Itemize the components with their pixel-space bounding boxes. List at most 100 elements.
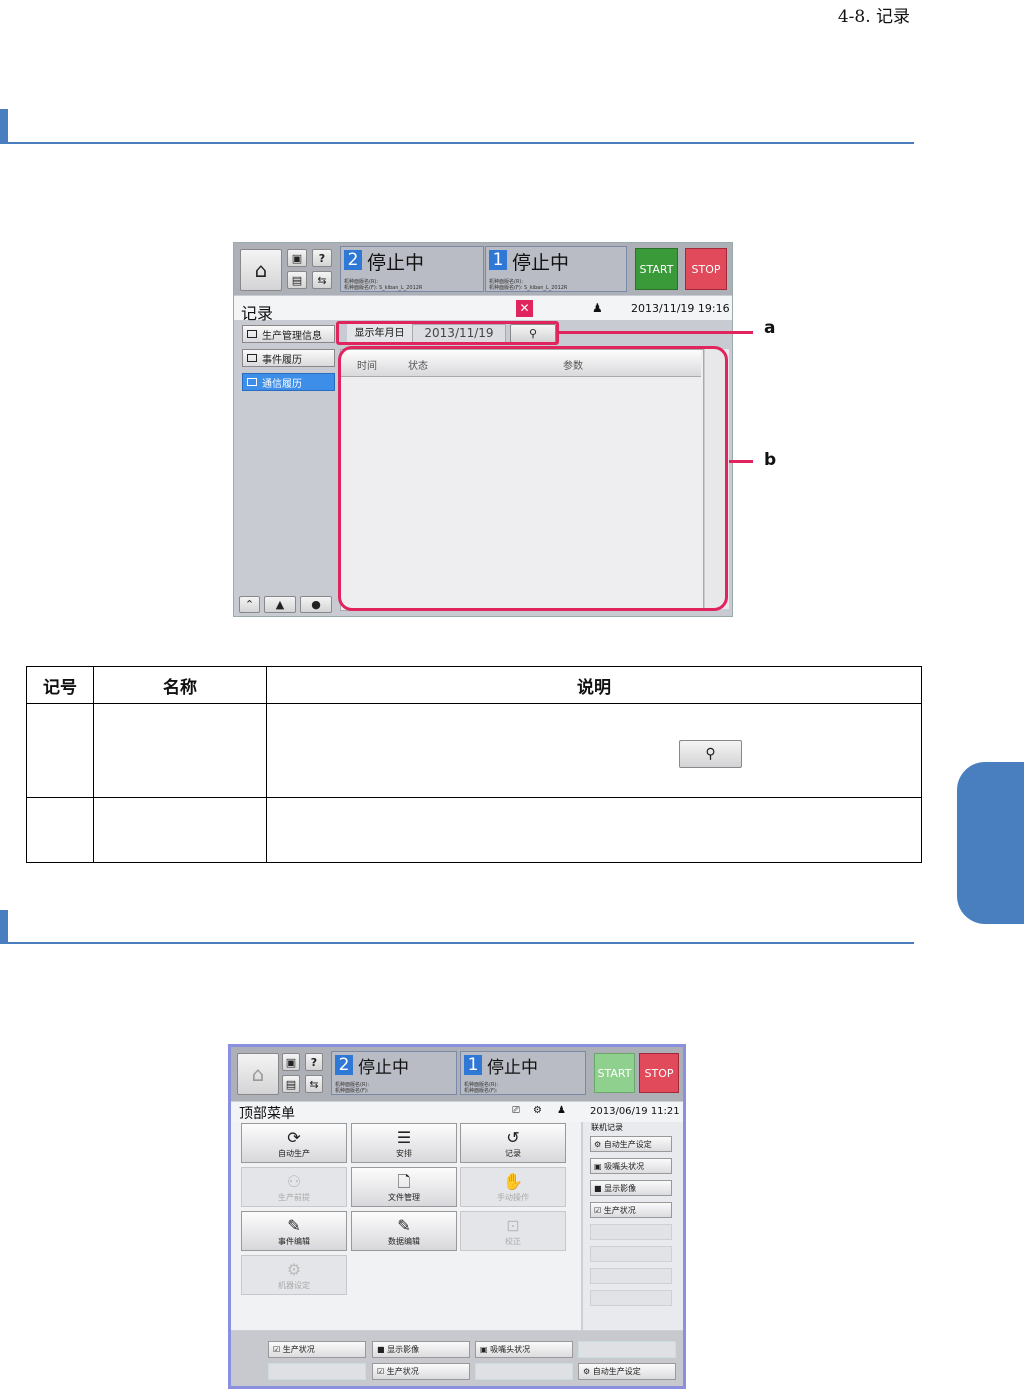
bottom-item-auto-setting[interactable]: ⚙ 自动生产设定 — [578, 1363, 676, 1380]
lane-number: 1 — [464, 1055, 482, 1075]
sidebar-item-comm-history[interactable]: 通信履历 — [242, 373, 335, 391]
menu-manual-operation[interactable]: ✋ 手动操作 — [460, 1167, 566, 1207]
comm-icon — [247, 378, 257, 386]
menu-production-prep[interactable]: ⚇ 生产前提 — [241, 1167, 347, 1207]
right-item-empty — [590, 1268, 672, 1284]
home-button[interactable]: ⌂ — [240, 249, 282, 291]
machine-button[interactable]: ▤ — [282, 1075, 300, 1093]
home-icon: ⌂ — [251, 1062, 265, 1086]
machine-icon: ▤ — [285, 1077, 297, 1091]
close-button[interactable]: ✕ — [516, 300, 533, 317]
log-screen: ⌂ ▣ ? ▤ ⇆ 2 停止中 机种面版名(R): 机种面版名(F): S_ki… — [233, 242, 733, 617]
status-lane-2[interactable]: 2 停止中 机种面版名(R): 机种面版名(F): — [331, 1051, 457, 1095]
production-icon — [247, 330, 257, 338]
menu-file-management[interactable]: 🗋 文件管理 — [351, 1167, 457, 1207]
bottom-item-empty — [578, 1341, 676, 1358]
right-panel-header: 联机记录 — [591, 1123, 623, 1132]
help-icon: ? — [310, 1055, 318, 1069]
home-icon: ⌂ — [254, 258, 268, 282]
transfer-button[interactable]: ⇆ — [312, 271, 332, 289]
help-button[interactable]: ? — [312, 249, 332, 267]
lane-number: 2 — [344, 250, 362, 270]
table-row: ⚲ — [26, 703, 922, 798]
status-lane-2[interactable]: 2 停止中 机种面版名(R): 机种面版名(F): S_kiban_L_2012… — [340, 246, 484, 292]
user-icon: ♟ — [557, 1105, 566, 1116]
collapse-button[interactable]: ⌃ — [239, 596, 260, 613]
description-table: 记号 名称 说明 ⚲ — [26, 666, 922, 863]
menu-auto-production[interactable]: ⟳ 自动生产 — [241, 1123, 347, 1163]
close-icon: ✕ — [519, 301, 530, 315]
camera-icon: ■ — [377, 1345, 388, 1354]
sidebar-item-production-info[interactable]: 生产管理信息 — [242, 325, 335, 343]
lane-number: 1 — [489, 250, 507, 270]
right-item-production-status[interactable]: ☑ 生产状况 — [590, 1202, 672, 1218]
lane-status: 停止中 — [367, 252, 425, 274]
cell-name — [93, 703, 267, 798]
nozzle-icon: ▣ — [480, 1345, 491, 1354]
section-marker — [0, 109, 8, 143]
right-item-empty — [590, 1246, 672, 1262]
stop-button[interactable]: STOP — [639, 1053, 679, 1093]
cell-mark — [26, 703, 94, 798]
transfer-button[interactable]: ⇆ — [305, 1075, 323, 1093]
page-header: 4-8. 记录 — [837, 7, 910, 27]
home-button[interactable]: ⌂ — [237, 1053, 279, 1095]
highlight-b — [338, 346, 728, 611]
screen-title: 顶部菜单 — [239, 1106, 295, 1122]
bottom-item-production-status-2[interactable]: ☑ 生产状况 — [372, 1363, 470, 1380]
menu-calibration[interactable]: ⊡ 校正 — [460, 1211, 566, 1251]
bottom-item-nozzle-status[interactable]: ▣ 吸嘴头状况 — [475, 1341, 573, 1358]
warning-icon: ▲ — [275, 598, 285, 611]
list-icon: ☰ — [396, 1128, 412, 1147]
menu-data-edit[interactable]: ✎ 数据编辑 — [351, 1211, 457, 1251]
right-item-display-image[interactable]: ■ 显示影像 — [590, 1180, 672, 1196]
nozzle-icon: ▣ — [594, 1161, 605, 1171]
lane-status: 停止中 — [358, 1058, 409, 1078]
highlight-a — [336, 321, 559, 345]
status-icon: ☑ — [594, 1205, 604, 1215]
status-lane-1[interactable]: 1 停止中 机种面版名(R): 机种面版名(F): S_kiban_L_2012… — [485, 246, 627, 292]
keyboard-icon: ▣ — [291, 251, 303, 265]
start-button[interactable]: START — [594, 1053, 635, 1093]
menu-schedule[interactable]: ☰ 安排 — [351, 1123, 457, 1163]
datetime: 2013/06/19 11:21 — [590, 1106, 680, 1117]
th-desc: 说明 — [266, 666, 922, 704]
history-icon: ↺ — [506, 1128, 520, 1147]
monitor-icon: ⎚ — [512, 1105, 520, 1116]
lane-info-2: 机种面版名(F): S_kiban_L_2012R — [489, 285, 568, 291]
section-divider — [0, 142, 914, 144]
bottom-item-empty — [475, 1363, 573, 1380]
bottom-item-production-status[interactable]: ☑ 生产状况 — [268, 1341, 366, 1358]
warning-button[interactable]: ▲ — [264, 596, 296, 613]
keyboard-button[interactable]: ▣ — [287, 249, 307, 267]
sidebar-item-event-history[interactable]: 事件履历 — [242, 349, 335, 367]
info-button[interactable]: ● — [300, 596, 332, 613]
camera-icon: ■ — [594, 1183, 605, 1193]
keyboard-button[interactable]: ▣ — [282, 1053, 300, 1071]
bottom-item-display-image[interactable]: ■ 显示影像 — [372, 1341, 470, 1358]
callout-line-b — [729, 460, 753, 463]
right-item-auto-setting[interactable]: ⚙ 自动生产设定 — [590, 1136, 672, 1152]
lane-status: 停止中 — [487, 1058, 538, 1078]
transfer-icon: ⇆ — [309, 1077, 319, 1091]
help-icon: ? — [318, 251, 326, 265]
status-icon: ☑ — [273, 1345, 283, 1354]
cell-desc: ⚲ — [266, 703, 922, 798]
machine-button[interactable]: ▤ — [287, 271, 307, 289]
keyboard-icon: ▣ — [285, 1055, 297, 1069]
start-button[interactable]: START — [635, 248, 678, 290]
help-button[interactable]: ? — [305, 1053, 323, 1071]
event-edit-icon: ✎ — [287, 1216, 301, 1235]
right-item-nozzle-status[interactable]: ▣ 吸嘴头状况 — [590, 1158, 672, 1174]
data-edit-icon: ✎ — [397, 1216, 411, 1235]
info-icon: ● — [311, 598, 321, 611]
stop-button[interactable]: STOP — [685, 248, 727, 290]
menu-machine-settings[interactable]: ⚙ 机器设定 — [241, 1255, 347, 1295]
lane-number: 2 — [335, 1055, 353, 1075]
screen-title: 记录 — [241, 304, 274, 323]
menu-event-edit[interactable]: ✎ 事件编辑 — [241, 1211, 347, 1251]
network-icon: ⚙ — [533, 1105, 542, 1116]
menu-log[interactable]: ↺ 记录 — [460, 1123, 566, 1163]
status-icon: ☑ — [377, 1367, 387, 1376]
status-lane-1[interactable]: 1 停止中 机种面版名(R): 机种面版名(F): — [460, 1051, 586, 1095]
